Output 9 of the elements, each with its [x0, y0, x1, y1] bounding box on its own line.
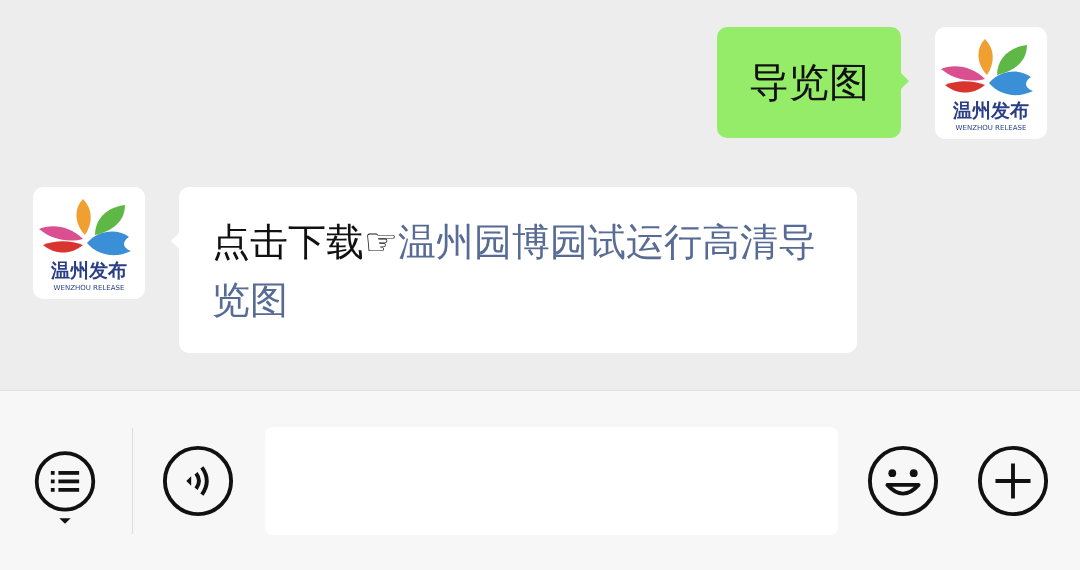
message-text: 点击下载☞温州园博园试运行高清导览图	[212, 219, 818, 324]
logo-title: 温州发布	[953, 99, 1029, 121]
leaf-logo-icon	[39, 199, 131, 256]
voice-icon[interactable]	[161, 443, 235, 518]
emoji-icon[interactable]	[866, 443, 940, 518]
leaf-logo-icon	[941, 39, 1033, 96]
plus-icon[interactable]	[976, 443, 1050, 518]
message-text: 导览图	[749, 58, 869, 107]
logo-title: 温州发布	[51, 259, 127, 281]
